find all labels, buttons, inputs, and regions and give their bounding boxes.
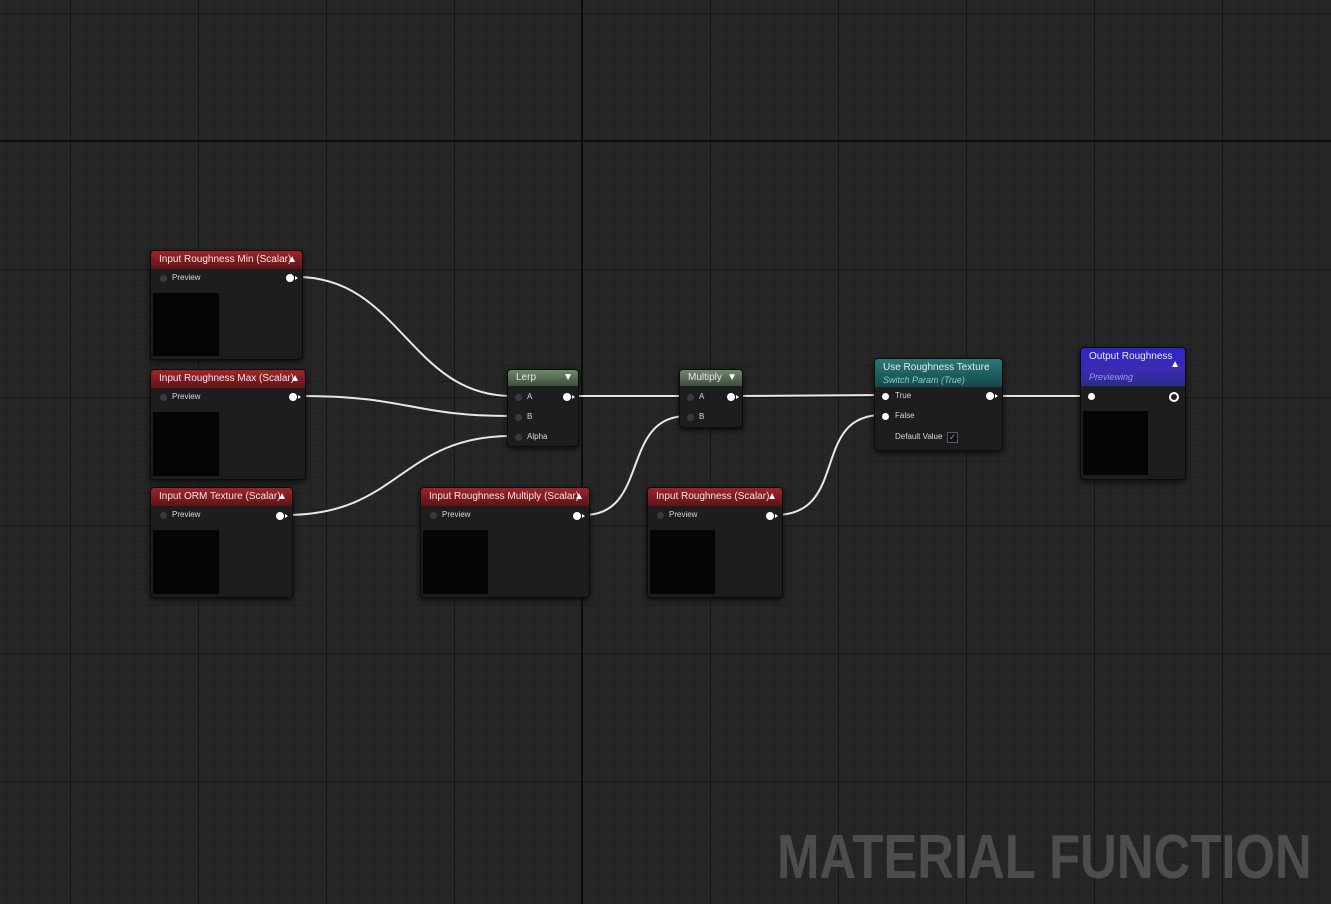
grid-origin-vertical: [581, 0, 583, 904]
input-pin-false[interactable]: [882, 413, 889, 420]
wire-max-to-lerp-b: [299, 395, 513, 417]
preview-label: Preview: [172, 392, 201, 401]
node-title: Input Roughness Min (Scalar): [159, 254, 292, 265]
preview-thumbnail: [153, 530, 219, 594]
pin-label-true: True: [895, 391, 912, 400]
node-input-roughness[interactable]: Input Roughness (Scalar) ▲ Preview: [647, 487, 783, 598]
node-input-roughness-min[interactable]: Input Roughness Min (Scalar) ▲ Preview: [150, 250, 303, 360]
preview-label: Preview: [442, 510, 471, 519]
node-input-roughness-multiply[interactable]: Input Roughness Multiply (Scalar) ▲ Prev…: [420, 487, 590, 598]
pin-label-a: A: [527, 392, 533, 401]
node-switch-use-roughness-texture[interactable]: Use Roughness Texture Switch Param (True…: [874, 358, 1003, 451]
input-pin-alpha[interactable]: [515, 434, 522, 441]
wire-multiply-to-switch-true: [736, 394, 883, 397]
input-pin-a[interactable]: [687, 394, 694, 401]
node-header[interactable]: Multiply ▼: [680, 370, 742, 386]
pin-label-false: False: [895, 411, 915, 420]
node-header[interactable]: Input Roughness Max (Scalar) ▲: [151, 370, 305, 388]
editor-watermark: MATERIAL FUNCTION: [777, 823, 1312, 892]
output-pin[interactable]: [727, 393, 739, 401]
output-pin[interactable]: [573, 512, 585, 520]
preview-thumbnail: [423, 530, 488, 594]
node-title: Input Roughness (Scalar): [656, 491, 770, 502]
chevron-down-icon[interactable]: ▼: [727, 370, 737, 386]
preview-thumbnail: [153, 293, 219, 356]
chevron-down-icon[interactable]: ▼: [563, 370, 573, 386]
output-pin[interactable]: [276, 512, 288, 520]
node-header[interactable]: Use Roughness Texture Switch Param (True…: [875, 359, 1002, 387]
chevron-up-icon[interactable]: ▲: [574, 488, 584, 506]
output-pin[interactable]: [766, 512, 778, 520]
node-header[interactable]: Input Roughness (Scalar) ▲: [648, 488, 782, 506]
chevron-up-icon[interactable]: ▲: [767, 488, 777, 506]
preview-pin-icon: [160, 512, 167, 519]
node-subtitle: Switch Param (True): [883, 375, 965, 385]
input-pin-true[interactable]: [882, 393, 889, 400]
node-multiply[interactable]: Multiply ▼ A B: [679, 369, 743, 428]
preview-pin-icon: [430, 512, 437, 519]
preview-thumbnail: [153, 412, 219, 476]
preview-thumbnail: [1083, 411, 1148, 475]
node-output-roughness[interactable]: Output Roughness Previewing ▲: [1080, 347, 1186, 480]
grid-origin-horizontal: [0, 140, 1331, 142]
node-title: Output Roughness: [1089, 351, 1173, 362]
output-pin[interactable]: [986, 392, 998, 400]
node-title: Input Roughness Max (Scalar): [159, 373, 295, 384]
node-title: Multiply: [688, 372, 722, 383]
chevron-up-icon[interactable]: ▲: [277, 488, 287, 506]
pin-label-alpha: Alpha: [527, 432, 548, 441]
pin-label-b: B: [699, 412, 705, 421]
chevron-up-icon[interactable]: ▲: [287, 251, 297, 269]
node-title: Input ORM Texture (Scalar): [159, 491, 281, 502]
preview-pin-icon: [657, 512, 664, 519]
node-input-orm-texture[interactable]: Input ORM Texture (Scalar) ▲ Preview: [150, 487, 293, 598]
preview-pin-icon: [160, 275, 167, 282]
node-input-roughness-max[interactable]: Input Roughness Max (Scalar) ▲ Preview: [150, 369, 306, 480]
output-pin[interactable]: [1169, 392, 1179, 402]
output-pin[interactable]: [286, 274, 298, 282]
wire-roughness-to-switch-false: [774, 414, 883, 516]
pin-label-b: B: [527, 412, 533, 421]
wire-min-to-lerp-a: [296, 276, 513, 397]
output-pin[interactable]: [563, 393, 575, 401]
input-pin-b[interactable]: [515, 414, 522, 421]
preview-thumbnail: [650, 530, 715, 594]
chevron-up-icon[interactable]: ▲: [290, 370, 300, 388]
node-header[interactable]: Input Roughness Multiply (Scalar) ▲: [421, 488, 589, 506]
default-value-label: Default Value: [895, 432, 943, 441]
checkmark-icon: ✓: [948, 432, 957, 442]
node-header[interactable]: Input Roughness Min (Scalar) ▲: [151, 251, 302, 269]
node-lerp[interactable]: Lerp ▼ A B Alpha: [507, 369, 579, 447]
node-header[interactable]: Output Roughness Previewing ▲: [1081, 348, 1185, 386]
node-subtitle: Previewing: [1089, 372, 1134, 382]
pin-label-a: A: [699, 392, 705, 401]
node-title: Use Roughness Texture: [883, 362, 990, 373]
node-header[interactable]: Input ORM Texture (Scalar) ▲: [151, 488, 292, 506]
input-pin-a[interactable]: [515, 394, 522, 401]
input-pin[interactable]: [1088, 393, 1095, 400]
input-pin-b[interactable]: [687, 414, 694, 421]
preview-label: Preview: [172, 273, 201, 282]
preview-label: Preview: [669, 510, 698, 519]
output-pin[interactable]: [289, 393, 301, 401]
default-value-checkbox[interactable]: ✓: [947, 432, 958, 443]
node-header[interactable]: Lerp ▼: [508, 370, 578, 386]
preview-pin-icon: [160, 394, 167, 401]
node-title: Lerp: [516, 372, 537, 383]
node-title: Input Roughness Multiply (Scalar): [429, 491, 580, 502]
preview-label: Preview: [172, 510, 201, 519]
chevron-up-icon[interactable]: ▲: [1170, 358, 1180, 372]
